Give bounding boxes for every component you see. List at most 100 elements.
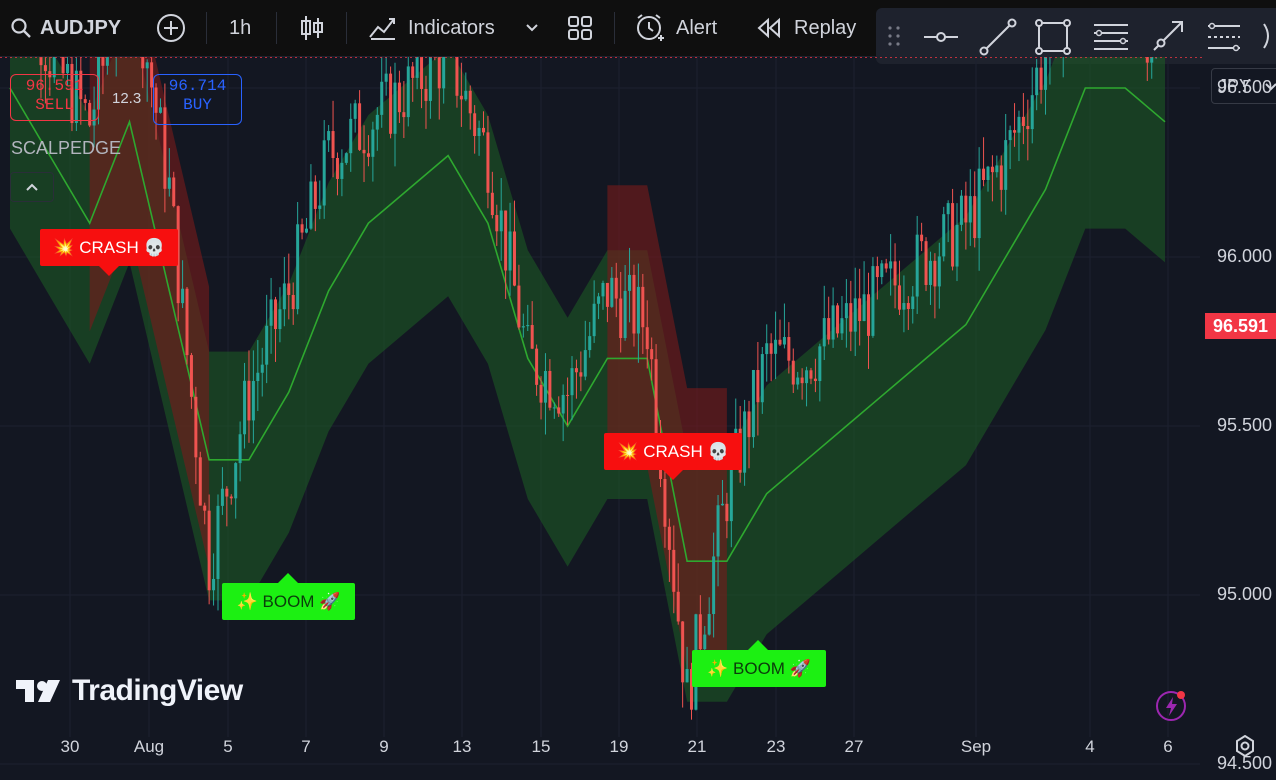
candle-body bbox=[561, 394, 565, 414]
candle-body bbox=[685, 668, 689, 683]
compare-button[interactable] bbox=[156, 0, 186, 56]
ai-assistant-button[interactable] bbox=[1155, 689, 1189, 728]
candle-body bbox=[468, 90, 472, 114]
candle-body bbox=[720, 503, 724, 506]
candle-body bbox=[39, 57, 43, 66]
candle-body bbox=[207, 510, 211, 591]
chevron-up-icon bbox=[26, 183, 38, 191]
long-position-tool-icon[interactable] bbox=[1208, 22, 1240, 52]
y-axis-tick-label: 95.000 bbox=[1217, 584, 1273, 604]
candle-body bbox=[990, 166, 994, 173]
watermark-text: TradingView bbox=[72, 674, 243, 707]
x-axis-tick-label: 4 bbox=[1085, 737, 1095, 756]
candle-body bbox=[238, 434, 242, 464]
candle-body bbox=[1013, 130, 1017, 133]
candle-body bbox=[605, 282, 609, 307]
toolbar-divider bbox=[276, 12, 277, 44]
candle-body bbox=[393, 82, 397, 134]
candle-body bbox=[504, 210, 508, 271]
indicators-dropdown[interactable] bbox=[524, 0, 540, 56]
candle-body bbox=[858, 298, 862, 322]
candle-body bbox=[623, 290, 627, 339]
x-axis-tick-label: 19 bbox=[609, 737, 629, 756]
candle-body bbox=[331, 131, 335, 159]
interval-button[interactable]: 1h bbox=[229, 0, 251, 56]
candle-body bbox=[300, 224, 304, 233]
candle-body bbox=[185, 288, 189, 356]
candle-body bbox=[358, 103, 362, 150]
layouts-button[interactable] bbox=[566, 0, 594, 56]
candle-body bbox=[526, 325, 530, 327]
candle-body bbox=[570, 368, 574, 396]
indicators-icon bbox=[369, 18, 395, 40]
candle-body bbox=[375, 114, 379, 130]
candle-body bbox=[1150, 57, 1154, 63]
candle-body bbox=[849, 303, 853, 332]
candle-body bbox=[592, 303, 596, 337]
candle-body bbox=[951, 203, 955, 267]
collapse-legend-button[interactable] bbox=[10, 172, 54, 202]
candle-body bbox=[955, 224, 959, 267]
drag-handle-icon[interactable] bbox=[888, 26, 900, 46]
candle-body bbox=[681, 621, 685, 683]
candle-body bbox=[986, 166, 990, 181]
candle-body bbox=[867, 294, 871, 336]
candle-body bbox=[787, 337, 791, 361]
candle-body bbox=[800, 377, 804, 384]
fib-retracement-tool-icon[interactable] bbox=[1094, 24, 1128, 50]
alert-button[interactable]: Alert bbox=[634, 0, 717, 56]
candle-body bbox=[194, 396, 198, 458]
candle-body bbox=[619, 298, 623, 339]
sell-button[interactable]: 96.591 SELL bbox=[10, 74, 99, 121]
more-tools-icon[interactable] bbox=[1263, 23, 1269, 49]
candle-body bbox=[322, 140, 326, 206]
x-axis-tick-label: Sep bbox=[960, 737, 992, 756]
candle-body bbox=[765, 343, 769, 355]
arrow-tool-icon[interactable] bbox=[1153, 21, 1183, 51]
candle-body bbox=[818, 346, 822, 382]
candle-body bbox=[973, 196, 977, 239]
candle-body bbox=[663, 478, 667, 527]
indicators-button[interactable]: Indicators bbox=[368, 0, 495, 56]
trend-line-tool-icon[interactable] bbox=[979, 18, 1017, 56]
x-axis-tick-label: 7 bbox=[301, 737, 311, 756]
rectangle-tool-icon[interactable] bbox=[1035, 19, 1071, 55]
candle-body bbox=[650, 349, 654, 360]
lightning-icon bbox=[1156, 691, 1186, 721]
chart-type-button[interactable] bbox=[300, 0, 324, 56]
candle-body bbox=[539, 384, 543, 403]
y-axis-tick-label: 96.000 bbox=[1217, 246, 1273, 266]
candle-body bbox=[880, 263, 884, 278]
toolbar-divider bbox=[346, 12, 347, 44]
candle-body bbox=[141, 57, 145, 69]
candle-body bbox=[836, 305, 840, 334]
horizontal-line-tool-icon[interactable] bbox=[924, 32, 958, 42]
candle-body bbox=[296, 224, 300, 310]
candle-body bbox=[512, 231, 516, 286]
replay-button[interactable]: Replay bbox=[756, 0, 856, 56]
candle-body bbox=[1044, 57, 1048, 90]
buy-button[interactable]: 96.714 BUY bbox=[153, 74, 242, 125]
candle-body bbox=[397, 82, 401, 113]
candle-body bbox=[455, 57, 459, 96]
candle-body bbox=[747, 411, 751, 438]
candle-body bbox=[482, 127, 486, 133]
candle-body bbox=[535, 348, 539, 385]
candle-body bbox=[464, 90, 468, 100]
indicator-name: SCALPEDGE bbox=[11, 138, 122, 158]
price-chart[interactable] bbox=[0, 57, 1276, 780]
candle-body bbox=[703, 634, 707, 650]
candle-body bbox=[1021, 116, 1025, 126]
candle-body bbox=[105, 57, 109, 66]
candle-body bbox=[225, 488, 229, 497]
chart-settings-button[interactable] bbox=[1234, 734, 1256, 762]
candle-body bbox=[712, 556, 716, 615]
candle-body bbox=[774, 339, 778, 354]
candle-body bbox=[601, 282, 605, 297]
candle-body bbox=[530, 325, 534, 349]
candle-body bbox=[698, 614, 702, 650]
symbol-search[interactable]: AUDJPY bbox=[10, 0, 121, 56]
candle-body bbox=[566, 394, 570, 396]
candle-body bbox=[384, 73, 388, 82]
candle-body bbox=[459, 95, 463, 100]
